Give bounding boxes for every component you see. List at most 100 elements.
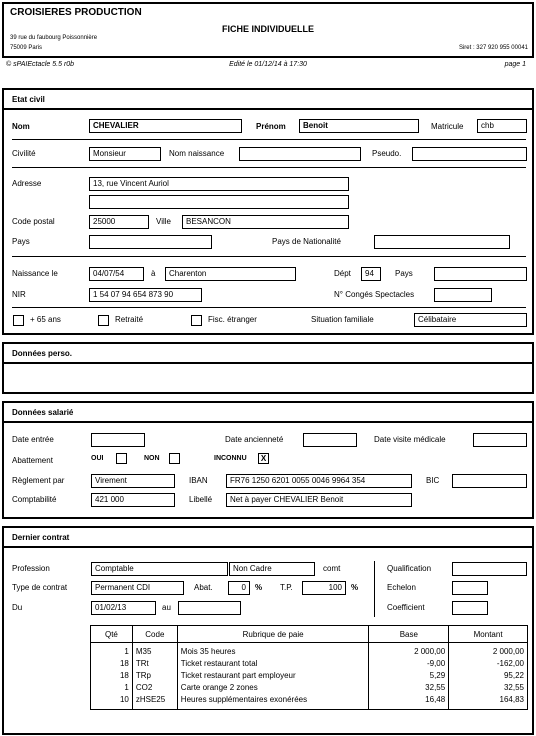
cell-code: zHSE25 [131, 694, 178, 710]
lieu-naissance-field[interactable]: Charenton [165, 267, 296, 281]
section-title: Données salarié [4, 403, 532, 423]
du-label: Du [12, 603, 23, 612]
column-header-code: Code [131, 625, 178, 643]
pay-items-table: Qté Code Rubrique de paie Base Montant 1… [90, 625, 528, 710]
section-title: Etat civil [4, 90, 532, 110]
date-entree-field[interactable] [91, 433, 145, 447]
document-title: FICHE INDIVIDUELLE [221, 24, 314, 34]
situation-familiale-label: Situation familiale [311, 315, 374, 324]
company-name: CROISIERES PRODUCTION [10, 7, 142, 18]
cell-base: 16,48 [368, 694, 450, 710]
adresse-line1-field[interactable]: 13, rue Vincent Auriol [89, 177, 349, 191]
qualification-label: Qualification [387, 564, 432, 573]
page-number: page 1 [504, 61, 526, 68]
adresse-label: Adresse [12, 179, 42, 188]
type-contrat-field[interactable]: Permanent CDI [91, 581, 184, 595]
pays-nationalite-label: Pays de Nationalité [272, 237, 341, 246]
cell-base: 2 000,00 [368, 642, 450, 658]
oui-checkbox[interactable] [116, 453, 127, 464]
cell-qte: 18 [90, 658, 133, 670]
matricule-field[interactable]: chb [477, 119, 527, 133]
nom-field[interactable]: CHEVALIER [89, 119, 242, 133]
tp-field[interactable]: 100 [302, 581, 346, 595]
iban-label: IBAN [189, 476, 208, 485]
non-label: NON [144, 455, 160, 462]
cell-code: M35 [131, 642, 178, 658]
section-title: Dernier contrat [4, 528, 532, 548]
qualification-field[interactable] [452, 562, 527, 576]
retraite-checkbox[interactable] [98, 315, 109, 326]
cell-base: -9,00 [368, 658, 450, 670]
cell-base: 32,55 [368, 682, 450, 694]
pseudo-field[interactable] [412, 147, 527, 161]
libelle-field[interactable]: Net à payer CHEVALIER Benoit [226, 493, 412, 507]
date-entree-label: Date entrée [12, 435, 54, 444]
civilite-label: Civilité [12, 149, 36, 158]
abat-field[interactable]: 0 [228, 581, 250, 595]
fisc-etranger-checkbox[interactable] [191, 315, 202, 326]
cell-montant: 95,22 [448, 670, 528, 682]
cell-rubrique: Heures supplémentaires exonérées [176, 694, 370, 710]
du-field[interactable]: 01/02/13 [91, 601, 156, 615]
coefficient-field[interactable] [452, 601, 488, 615]
table-row: 18 TRp Ticket restaurant part employeur … [90, 670, 528, 682]
situation-familiale-field[interactable]: Célibataire [414, 313, 527, 327]
pays-naissance-field[interactable] [434, 267, 527, 281]
comptabilite-label: Comptabilité [12, 495, 57, 504]
company-address-1: 39 rue du faubourg Poissonnière [10, 35, 98, 41]
cell-montant: 2 000,00 [448, 642, 528, 658]
bic-label: BIC [426, 476, 440, 485]
date-anciennete-field[interactable] [303, 433, 357, 447]
date-visite-field[interactable] [473, 433, 527, 447]
adresse-line2-field[interactable] [89, 195, 349, 209]
profession-field[interactable]: Comptable [91, 562, 228, 576]
inconnu-checkbox[interactable]: X [258, 453, 269, 464]
column-header-montant: Montant [448, 625, 528, 643]
pays-field[interactable] [89, 235, 212, 249]
bic-field[interactable] [452, 474, 527, 488]
comt-label: comt [323, 564, 341, 573]
pays-nationalite-field[interactable] [374, 235, 510, 249]
oui-label: OUI [91, 455, 104, 462]
cell-rubrique: Carte orange 2 zones [176, 682, 370, 694]
cell-code: TRt [131, 658, 178, 670]
plus65-label: + 65 ans [30, 315, 61, 324]
retraite-label: Retraité [115, 315, 144, 324]
dept-field[interactable]: 94 [361, 267, 381, 281]
cell-rubrique: Mois 35 heures [176, 642, 370, 658]
plus65-checkbox[interactable] [13, 315, 24, 326]
ville-field[interactable]: BESANCON [182, 215, 349, 229]
profession-label: Profession [12, 564, 50, 573]
company-address-2: 75009 Paris [10, 45, 43, 51]
divider [12, 256, 526, 257]
pseudo-label: Pseudo. [372, 149, 402, 158]
siret: Siret : 327 920 955 00041 [458, 45, 528, 51]
cell-rubrique: Ticket restaurant total [176, 658, 370, 670]
pays-naissance-label: Pays [395, 269, 413, 278]
comptabilite-field[interactable]: 421 000 [91, 493, 175, 507]
conges-spectacles-field[interactable] [434, 288, 492, 302]
non-checkbox[interactable] [169, 453, 180, 464]
column-header-qte: Qté [90, 625, 133, 643]
donnees-perso-section: Données perso. [2, 342, 534, 394]
divider [12, 307, 526, 308]
conges-spectacles-label: N° Congés Spectacles [334, 290, 415, 299]
code-postal-field[interactable]: 25000 [89, 215, 149, 229]
reglement-field[interactable]: Virement [91, 474, 175, 488]
column-header-rubrique: Rubrique de paie [176, 625, 370, 643]
prenom-label: Prénom [256, 122, 286, 131]
statut-field[interactable]: Non Cadre [229, 562, 315, 576]
civilite-field[interactable]: Monsieur [89, 147, 161, 161]
nir-field[interactable]: 1 54 07 94 654 873 90 [89, 288, 202, 302]
iban-field[interactable]: FR76 1250 6201 0055 0046 9964 354 [226, 474, 412, 488]
nom-naissance-field[interactable] [239, 147, 361, 161]
cell-montant: -162,00 [448, 658, 528, 670]
nir-label: NIR [12, 290, 26, 299]
table-row: 18 TRt Ticket restaurant total -9,00 -16… [90, 658, 528, 670]
vertical-divider [374, 561, 375, 617]
nom-naissance-label: Nom naissance [169, 149, 225, 158]
au-field[interactable] [178, 601, 241, 615]
naissance-field[interactable]: 04/07/54 [89, 267, 144, 281]
echelon-field[interactable] [452, 581, 488, 595]
prenom-field[interactable]: Benoit [299, 119, 419, 133]
